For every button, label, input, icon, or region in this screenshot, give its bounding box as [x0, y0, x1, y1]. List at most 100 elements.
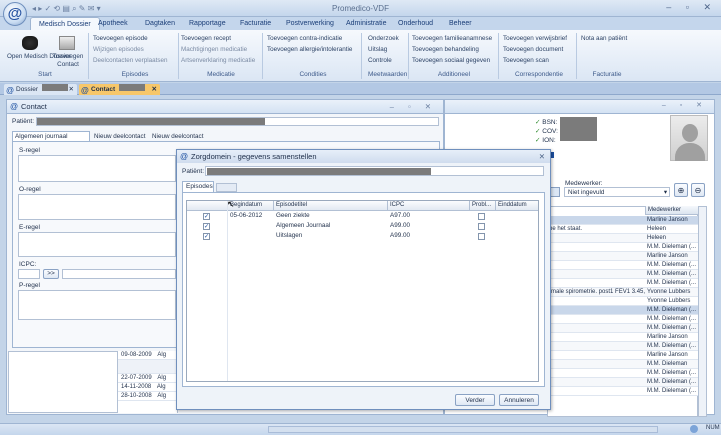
tab-episodes[interactable]: Episodes: [182, 181, 214, 192]
icpc-code-input[interactable]: [18, 269, 40, 279]
tab-onderhoud[interactable]: Onderhoud: [390, 17, 441, 30]
medicatie-item-0[interactable]: Toevoegen recept: [181, 35, 231, 42]
meetwaarden-item-1[interactable]: Uitslag: [368, 46, 387, 53]
journal-row[interactable]: Marline Janson: [547, 252, 698, 261]
journal-row[interactable]: M.M. Dieleman (...: [547, 261, 698, 270]
history-row[interactable]: 09-08-2009 Alg: [118, 351, 177, 360]
journal-row[interactable]: M.M. Dieleman: [547, 360, 698, 369]
meetwaarden-item-2[interactable]: Controle: [368, 57, 392, 64]
add-contact-icon[interactable]: [59, 36, 75, 50]
journal-row[interactable]: M.M. Dieleman (...: [547, 369, 698, 378]
episodes-column-header-4[interactable]: Probl...: [472, 202, 491, 208]
episode-row[interactable]: ✓ Uitslagen A99.00: [187, 231, 538, 241]
icpc-search-button[interactable]: >>: [43, 269, 59, 279]
medewerker-column-header[interactable]: Medewerker: [645, 206, 698, 215]
p-regel-input[interactable]: [18, 290, 176, 320]
episodes-item-1[interactable]: Wijzigen episodes: [93, 46, 144, 53]
tab-apotheek[interactable]: Apotheek: [90, 17, 136, 30]
ion-label: ION:: [542, 137, 556, 144]
window-controls[interactable]: ‒ ▫ ✕: [666, 2, 717, 13]
tab-algemeen-journaal[interactable]: Algemeen journaal (A99.00): [12, 131, 90, 149]
verder-button[interactable]: Verder: [455, 394, 495, 406]
journal-row[interactable]: M.M. Dieleman (...: [547, 378, 698, 387]
journal-row[interactable]: M.M. Dieleman (...: [547, 243, 698, 252]
tab-administratie[interactable]: Administratie: [338, 17, 394, 30]
probleem-checkbox[interactable]: [478, 233, 485, 240]
episodes-column-header-2[interactable]: Episodetitel: [276, 202, 307, 208]
episode-row[interactable]: ✓ 05-06-2012 Geen ziekte A97.00: [187, 211, 538, 221]
episode-checkbox[interactable]: ✓: [203, 223, 210, 230]
journal-row[interactable]: M.M. Dieleman (...: [547, 270, 698, 279]
icpc-description-input[interactable]: [62, 269, 176, 279]
zoom-out-icon[interactable]: ⊖: [691, 183, 705, 197]
medicatie-item-1[interactable]: Machtigingen medicatie: [181, 46, 247, 53]
additioneel-item-1[interactable]: Toevoegen behandeling: [412, 46, 479, 53]
condities-item-1[interactable]: Toevoegen allergie/intolerantie: [267, 46, 352, 53]
window-controls[interactable]: ‒ ▫ ✕: [390, 100, 437, 114]
journal-row[interactable]: oe het staat. Heleen: [547, 225, 698, 234]
medewerker-select[interactable]: Niet ingevuld ▾: [564, 187, 670, 197]
window-controls[interactable]: ‒ ▫ ✕: [662, 101, 708, 109]
facturatie-item-0[interactable]: Nota aan patiënt: [581, 35, 627, 42]
tab-dagtaken[interactable]: Dagtaken: [137, 17, 183, 30]
episodes-column-header-5[interactable]: Einddatum: [498, 202, 527, 208]
link-marker[interactable]: [551, 152, 554, 158]
journal-row[interactable]: M.M. Dieleman (...: [547, 324, 698, 333]
journal-row[interactable]: M.M. Dieleman (...: [547, 279, 698, 288]
episodes-column-header-1[interactable]: Begindatum: [230, 202, 262, 208]
o-regel-input[interactable]: [18, 194, 176, 220]
journal-row[interactable]: Marline Janson: [547, 351, 698, 360]
episodes-item-0[interactable]: Toevoegen episode: [93, 35, 148, 42]
tab-facturatie[interactable]: Facturatie: [232, 17, 279, 30]
episode-checkbox[interactable]: ✓: [203, 233, 210, 240]
history-row[interactable]: 22-07-2009 Alg: [118, 374, 177, 383]
episodes-column-header-3[interactable]: ICPC: [390, 202, 404, 208]
redacted-block: [41, 84, 68, 91]
zoom-in-icon[interactable]: ⊕: [674, 183, 688, 197]
e-regel-input[interactable]: [18, 232, 176, 257]
open-dossier-button[interactable]: Open Medisch Dossier: [7, 53, 71, 61]
tab-postverwerking[interactable]: Postverwerking: [278, 17, 342, 30]
meetwaarden-item-0[interactable]: Onderzoek: [368, 35, 399, 42]
journal-row[interactable]: Marline Janson: [547, 216, 698, 225]
correspondentie-item-0[interactable]: Toevoegen verwijsbrief: [503, 35, 567, 42]
episode-checkbox[interactable]: ✓: [203, 213, 210, 220]
close-icon[interactable]: ✕: [152, 84, 157, 95]
condities-item-0[interactable]: Toevoegen contra-indicatie: [267, 35, 342, 42]
journal-row[interactable]: rmale spirometrie. post1 FEV1 3.45, Yvonn…: [547, 288, 698, 297]
history-row[interactable]: 28-10-2008 Alg: [118, 392, 177, 401]
journal-row[interactable]: M.M. Dieleman (...: [547, 342, 698, 351]
probleem-checkbox[interactable]: [478, 213, 485, 220]
journal-row[interactable]: Heleen: [547, 234, 698, 243]
journal-row[interactable]: Marline Janson: [547, 333, 698, 342]
correspondentie-item-1[interactable]: Toevoegen document: [503, 46, 563, 53]
correspondentie-item-2[interactable]: Toevoegen scan: [503, 57, 549, 64]
journal-row[interactable]: M.M. Dieleman (...: [547, 306, 698, 315]
additioneel-item-0[interactable]: Toevoegen familieanamnese: [412, 35, 492, 42]
additioneel-item-2[interactable]: Toevoegen sociaal gegeven: [412, 57, 490, 64]
s-regel-input[interactable]: [18, 155, 176, 182]
open-dossier-icon[interactable]: [22, 36, 38, 50]
app-logo-icon[interactable]: @: [3, 2, 27, 26]
episode-row[interactable]: ✓ Algemeen Journaal A99.00: [187, 221, 538, 231]
quick-access-icon[interactable]: ◂ ▸ ✓ ⟲ ▤ ⌕ ✎ ✉ ▾: [32, 4, 101, 14]
journal-row[interactable]: M.M. Dieleman (...: [547, 315, 698, 324]
close-icon[interactable]: ✕: [539, 150, 545, 163]
tab-dossier[interactable]: @ Dossier ✕: [4, 84, 77, 95]
tab-unnamed[interactable]: [216, 183, 237, 192]
probleem-checkbox[interactable]: [478, 223, 485, 230]
add-contact-button[interactable]: Toevoegen Contact: [51, 53, 85, 69]
close-icon[interactable]: ✕: [69, 84, 74, 95]
history-row[interactable]: 14-11-2008 Alg: [118, 383, 177, 392]
tab-beheer[interactable]: Beheer: [441, 17, 480, 30]
annuleren-button[interactable]: Annuleren: [499, 394, 539, 406]
tab-contact[interactable]: @ Contact ✕: [79, 84, 160, 95]
tab-nieuw-deelcontact-2[interactable]: Nieuw deelcontact: [152, 133, 203, 140]
journal-row[interactable]: M.M. Dieleman (...: [547, 387, 698, 396]
scrollbar[interactable]: [698, 206, 707, 417]
tab-nieuw-deelcontact[interactable]: Nieuw deelcontact: [94, 133, 145, 140]
tab-rapportage[interactable]: Rapportage: [181, 17, 234, 30]
episodes-item-2[interactable]: Deelcontacten verplaatsen: [93, 57, 168, 64]
medicatie-item-2[interactable]: Artsenverklaring medicatie: [181, 57, 255, 64]
journal-row[interactable]: Yvonne Lubbers: [547, 297, 698, 306]
